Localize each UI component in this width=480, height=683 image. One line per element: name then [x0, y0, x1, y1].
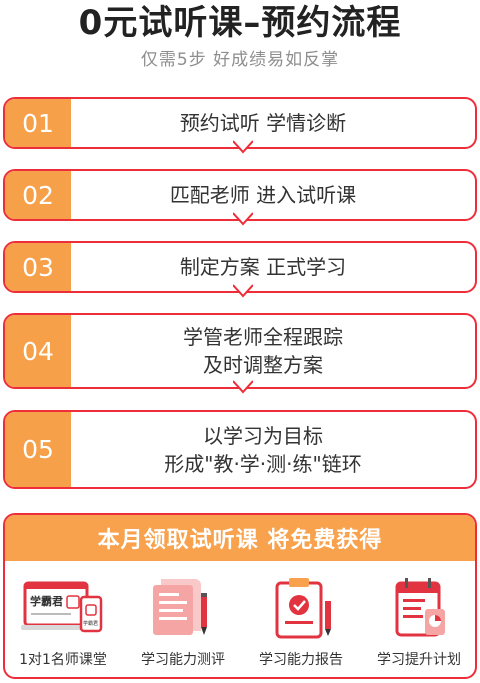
calendar-plan-icon — [395, 578, 445, 637]
step-04: 04 学管老师全程跟踪 及时调整方案 — [3, 313, 477, 394]
laptop-classroom-icon: 学霸君 学霸君 — [21, 581, 103, 633]
step-text-line1: 学管老师全程跟踪 — [183, 325, 343, 349]
screen-brand-text: 学霸君 — [30, 594, 63, 608]
gift-item-assessment[interactable]: 学习能力测评 — [125, 569, 241, 677]
gift-item-label: 1对1名师课堂 — [19, 652, 107, 668]
step-number: 02 — [5, 171, 71, 219]
step-number: 05 — [5, 412, 71, 487]
gift-item-label: 学习能力报告 — [259, 652, 343, 668]
down-arrow-icon — [233, 140, 253, 154]
step-text-line2: 及时调整方案 — [203, 353, 323, 377]
gift-item-label: 学习能力测评 — [141, 652, 225, 668]
phone-brand-text: 学霸君 — [83, 620, 98, 627]
step-text-line1: 以学习为目标 — [203, 423, 323, 448]
down-arrow-icon — [233, 380, 253, 394]
free-gift-panel: 本月领取试听课 将免费获得 学霸君 学霸君 1对1名师课堂 学习能力测评 学习能… — [3, 513, 477, 679]
step-text: 预约试听 学情诊断 — [179, 111, 347, 135]
gift-item-plan[interactable]: 学习提升计划 — [361, 569, 475, 677]
page-title: 0元试听课–预约流程 — [78, 3, 402, 43]
down-arrow-icon — [233, 284, 253, 298]
step-05: 05 以学习为目标 形成"教·学·测·练"链环 — [3, 410, 477, 489]
step-number: 04 — [5, 315, 71, 387]
gift-banner: 本月领取试听课 将免费获得 — [5, 515, 475, 561]
step-02: 02 匹配老师 进入试听课 — [3, 169, 477, 226]
step-text: 匹配老师 进入试听课 — [169, 183, 357, 207]
step-number: 01 — [5, 99, 71, 147]
step-01: 01 预约试听 学情诊断 — [3, 97, 477, 154]
step-text: 制定方案 正式学习 — [179, 255, 347, 279]
step-text-line2: 形成"教·学·测·练"链环 — [164, 451, 362, 476]
page-subtitle: 仅需5步 好成绩易如反掌 — [140, 50, 340, 70]
test-paper-icon — [153, 579, 207, 635]
step-03: 03 制定方案 正式学习 — [3, 241, 477, 298]
gift-item-report[interactable]: 学习能力报告 — [243, 569, 359, 677]
clipboard-report-icon — [275, 578, 331, 639]
step-number: 03 — [5, 243, 71, 291]
gift-item-label: 学习提升计划 — [377, 652, 461, 668]
gift-item-classroom[interactable]: 学霸君 学霸君 1对1名师课堂 — [5, 569, 121, 677]
down-arrow-icon — [233, 212, 253, 226]
